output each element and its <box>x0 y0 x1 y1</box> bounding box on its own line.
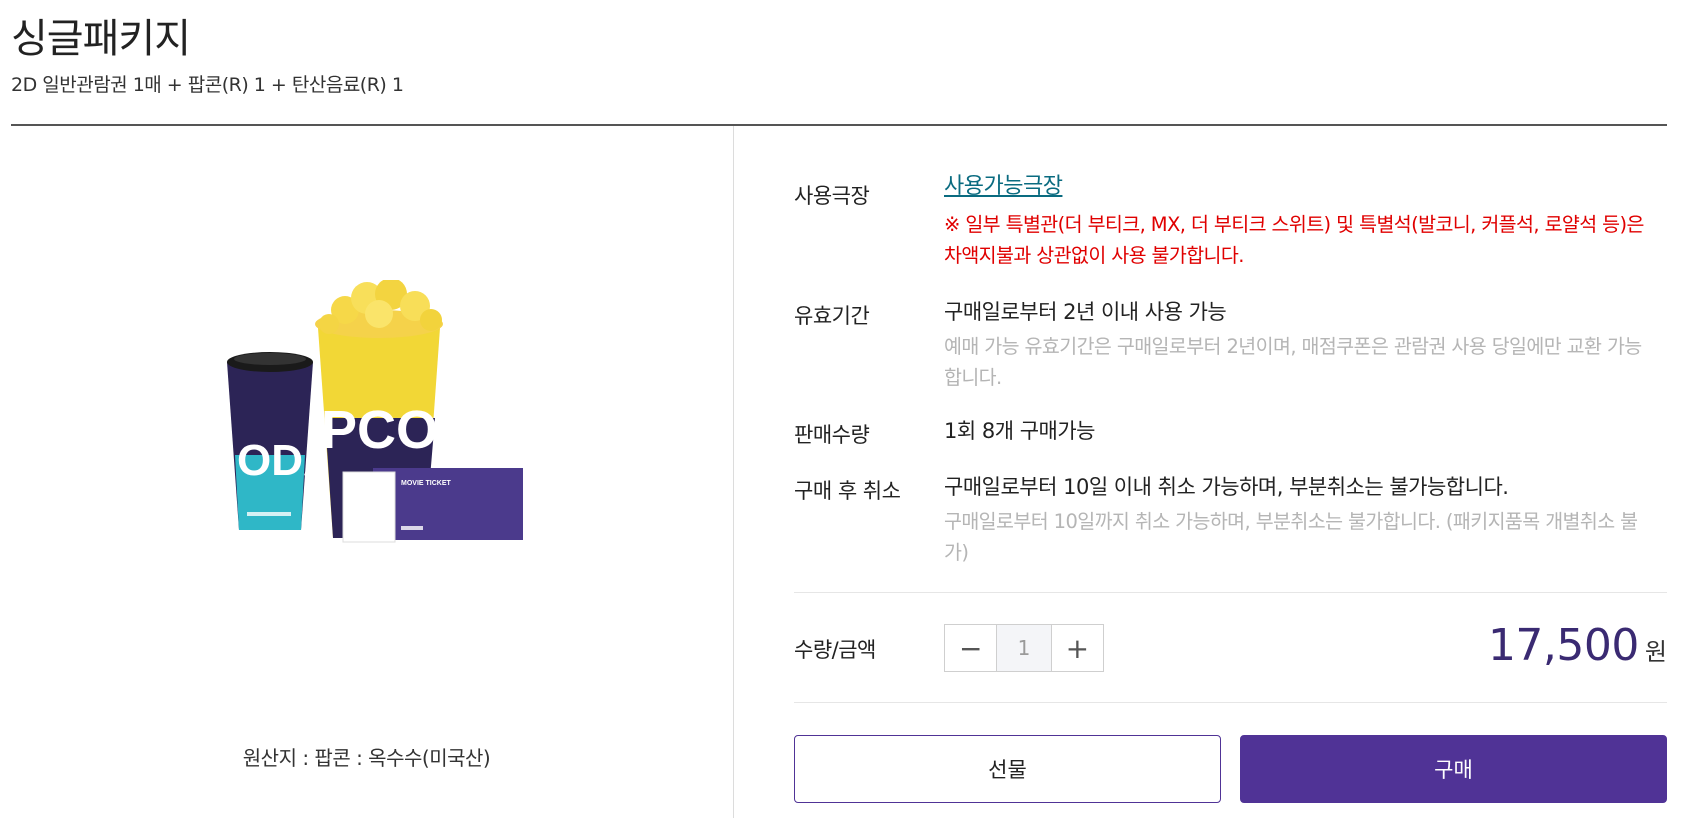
cancel-note: 구매일로부터 10일까지 취소 가능하며, 부분취소는 불가합니다. (패키지품… <box>944 510 1638 564</box>
movie-ticket-illustration: MOVIE TICKET <box>342 468 523 543</box>
product-image: ODA PCO MOVIE TICKET <box>227 280 523 543</box>
gift-button[interactable]: 선물 <box>794 735 1221 803</box>
price-amount: 17,500 <box>1487 620 1639 671</box>
theater-label: 사용극장 <box>794 184 870 208</box>
info-divider <box>794 592 1667 593</box>
quantity-increase-button[interactable]: + <box>1052 625 1103 671</box>
quantity-value[interactable]: 1 <box>996 625 1052 671</box>
ticket-label: MOVIE TICKET <box>401 480 452 487</box>
quantity-decrease-button[interactable]: − <box>945 625 996 671</box>
price-divider <box>794 702 1667 703</box>
validity-label: 유효기간 <box>794 304 870 328</box>
product-origin: 원산지 : 팝콘 : 옥수수(미국산) <box>242 746 491 770</box>
theater-warning: ※ 일부 특별관(더 부티크, MX, 더 부티크 스위트) 및 특별석(발코니… <box>944 213 1644 267</box>
column-divider <box>733 126 734 818</box>
validity-note: 예매 가능 유효기간은 구매일로부터 2년이며, 매점쿠폰은 관람권 사용 당일… <box>944 335 1642 389</box>
soda-cup-illustration: ODA <box>227 352 335 530</box>
total-price: 17,500 원 <box>1488 620 1667 671</box>
available-theaters-link[interactable]: 사용가능극장 <box>944 174 1063 199</box>
validity-value-block: 구매일로부터 2년 이내 사용 가능 예매 가능 유효기간은 구매일로부터 2년… <box>944 296 1649 393</box>
quantity-stepper: − 1 + <box>944 624 1104 672</box>
buy-button[interactable]: 구매 <box>1240 735 1667 803</box>
page-subtitle: 2D 일반관람권 1매 + 팝콘(R) 1 + 탄산음료(R) 1 <box>11 74 404 96</box>
quantity-label: 수량/금액 <box>794 638 876 662</box>
sales-value: 1회 8개 구매가능 <box>944 415 1649 447</box>
price-currency: 원 <box>1644 638 1667 666</box>
cancel-value: 구매일로부터 10일 이내 취소 가능하며, 부분취소는 불가능합니다. <box>944 475 1509 499</box>
theater-value: 사용가능극장 ※ 일부 특별관(더 부티크, MX, 더 부티크 스위트) 및 … <box>944 170 1649 271</box>
cancel-label: 구매 후 취소 <box>794 479 901 503</box>
sales-label: 판매수량 <box>794 423 870 447</box>
bucket-brand-text: PCO <box>321 400 438 460</box>
title-divider <box>11 124 1667 126</box>
page-title: 싱글패키지 <box>11 16 191 62</box>
validity-value: 구매일로부터 2년 이내 사용 가능 <box>944 300 1227 324</box>
cancel-value-block: 구매일로부터 10일 이내 취소 가능하며, 부분취소는 불가능합니다. 구매일… <box>944 471 1649 568</box>
sales-value-text: 1회 8개 구매가능 <box>944 419 1096 443</box>
